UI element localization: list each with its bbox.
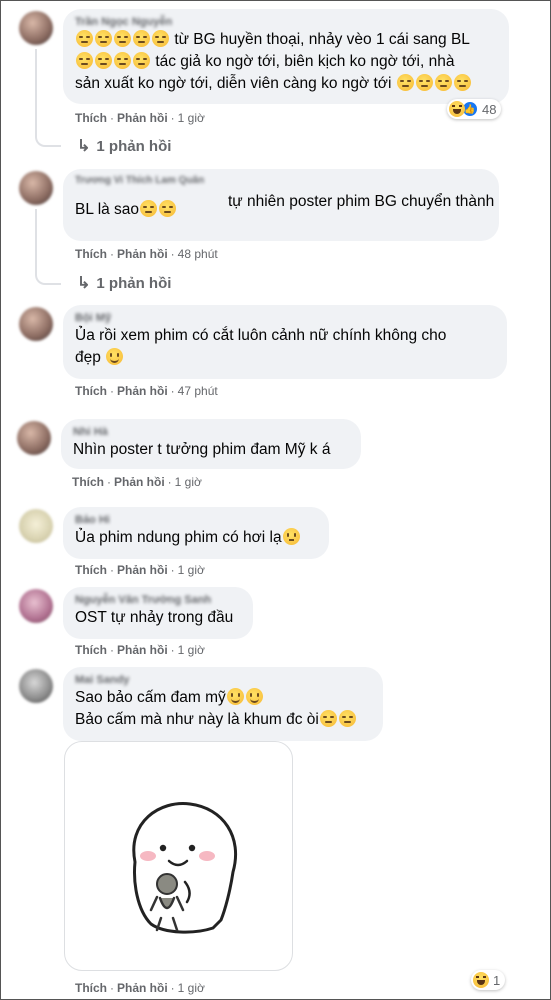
reply-link[interactable]: Phản hồi [117,563,168,577]
comment-actions: Thích · Phản hồi · 47 phút [75,384,218,398]
comment-actions: Thích · Phản hồi · 1 giờ [75,981,205,995]
reply-link[interactable]: Phản hồi [117,981,168,995]
comment-author[interactable]: Nhi Hà [73,425,349,439]
comment-text: OST tự nhảy trong đầu [75,609,234,626]
haha-reaction-icon [473,972,489,988]
comment-author[interactable]: Nguyễn Văn Trường Sanh [75,593,241,607]
reply-arrow-icon: ↳ [77,138,91,155]
comment-time[interactable]: 48 phút [178,247,218,261]
comment-bubble: Trương Vi Thích Lam Quân tự nhiên poster… [63,169,499,241]
avatar[interactable] [19,11,53,45]
sticker-image [132,802,238,934]
avatar[interactable] [19,171,53,205]
comment-bubble: Nhi Hà Nhìn poster t tưởng phim đam Mỹ k… [61,419,361,469]
comment-time[interactable]: 1 giờ [178,563,205,577]
comment-text: Nhìn poster t tưởng phim đam Mỹ k á [73,441,331,458]
comment-time[interactable]: 1 giờ [178,643,205,657]
comment-author[interactable]: Trương Vi Thích Lam Quân [75,175,205,197]
comment-text: Ủa phim ndung phim có hơi lạ [75,527,317,549]
reply-link[interactable]: Phản hồi [117,111,168,125]
reply-link[interactable]: Phản hồi [114,475,165,489]
like-link[interactable]: Thích [75,563,107,577]
comment-time[interactable]: 1 giờ [178,111,205,125]
like-link[interactable]: Thích [75,643,107,657]
avatar[interactable] [17,421,51,455]
comment-bubble: Bội Mỹ Ủa rồi xem phim có cắt luôn cảnh … [63,305,507,379]
comment-bubble: Bảo Hi Ủa phim ndung phim có hơi lạ [63,507,329,559]
comment-time[interactable]: 1 giờ [175,475,202,489]
comment-text: Sao bảo cấm đam mỹ Bảo cấm mà như này là… [75,687,371,731]
comment-time[interactable]: 47 phút [178,384,218,398]
comment-bubble: Mai Sandy Sao bảo cấm đam mỹ Bảo cấm mà … [63,667,383,741]
view-replies-link[interactable]: ↳ 1 phản hồi [77,273,171,293]
avatar[interactable] [19,509,53,543]
comment-bubble: Trần Ngọc Nguyễn từ BG huyền thoại, nhảy… [63,9,509,104]
sticker-attachment[interactable] [64,741,293,971]
like-link[interactable]: Thích [75,981,107,995]
reply-arrow-icon: ↳ [77,275,91,292]
like-link[interactable]: Thích [75,247,107,261]
reaction-summary[interactable]: 1 [471,970,506,990]
reply-link[interactable]: Phản hồi [117,247,168,261]
reaction-count: 1 [493,972,501,988]
like-link[interactable]: Thích [72,475,104,489]
reaction-summary[interactable]: 👍 48 [447,99,502,119]
thread-connector [35,121,61,147]
reply-link[interactable]: Phản hồi [117,643,168,657]
comment-actions: Thích · Phản hồi · 1 giờ [72,475,202,489]
comment-actions: Thích · Phản hồi · 48 phút [75,247,218,261]
reaction-count: 48 [482,101,497,117]
comment-actions: Thích · Phản hồi · 1 giờ [75,563,205,577]
view-replies-link[interactable]: ↳ 1 phản hồi [77,136,171,156]
comment-author[interactable]: Mai Sandy [75,673,371,687]
comment-time[interactable]: 1 giờ [178,981,205,995]
comment-actions: Thích · Phản hồi · 1 giờ [75,643,205,657]
comment-author[interactable]: Trần Ngọc Nguyễn [75,15,497,29]
comment-actions: Thích · Phản hồi · 1 giờ [75,111,205,125]
thread-connector [35,259,61,285]
comment-author[interactable]: Bội Mỹ [75,311,495,325]
comment-text: từ BG huyền thoại, nhảy vèo 1 cái sang B… [75,30,471,92]
comment-text: Ủa rồi xem phim có cắt luôn cảnh nữ chín… [75,327,447,366]
avatar[interactable] [19,669,53,703]
comment-bubble: Nguyễn Văn Trường Sanh OST tự nhảy trong… [63,587,253,639]
like-link[interactable]: Thích [75,384,107,398]
avatar[interactable] [19,307,53,341]
comment-author[interactable]: Bảo Hi [75,513,317,527]
haha-reaction-icon [449,101,465,117]
reply-link[interactable]: Phản hồi [117,384,168,398]
comment-text: tự nhiên poster phim BG chuyển thành [228,193,495,210]
like-link[interactable]: Thích [75,111,107,125]
avatar[interactable] [19,589,53,623]
